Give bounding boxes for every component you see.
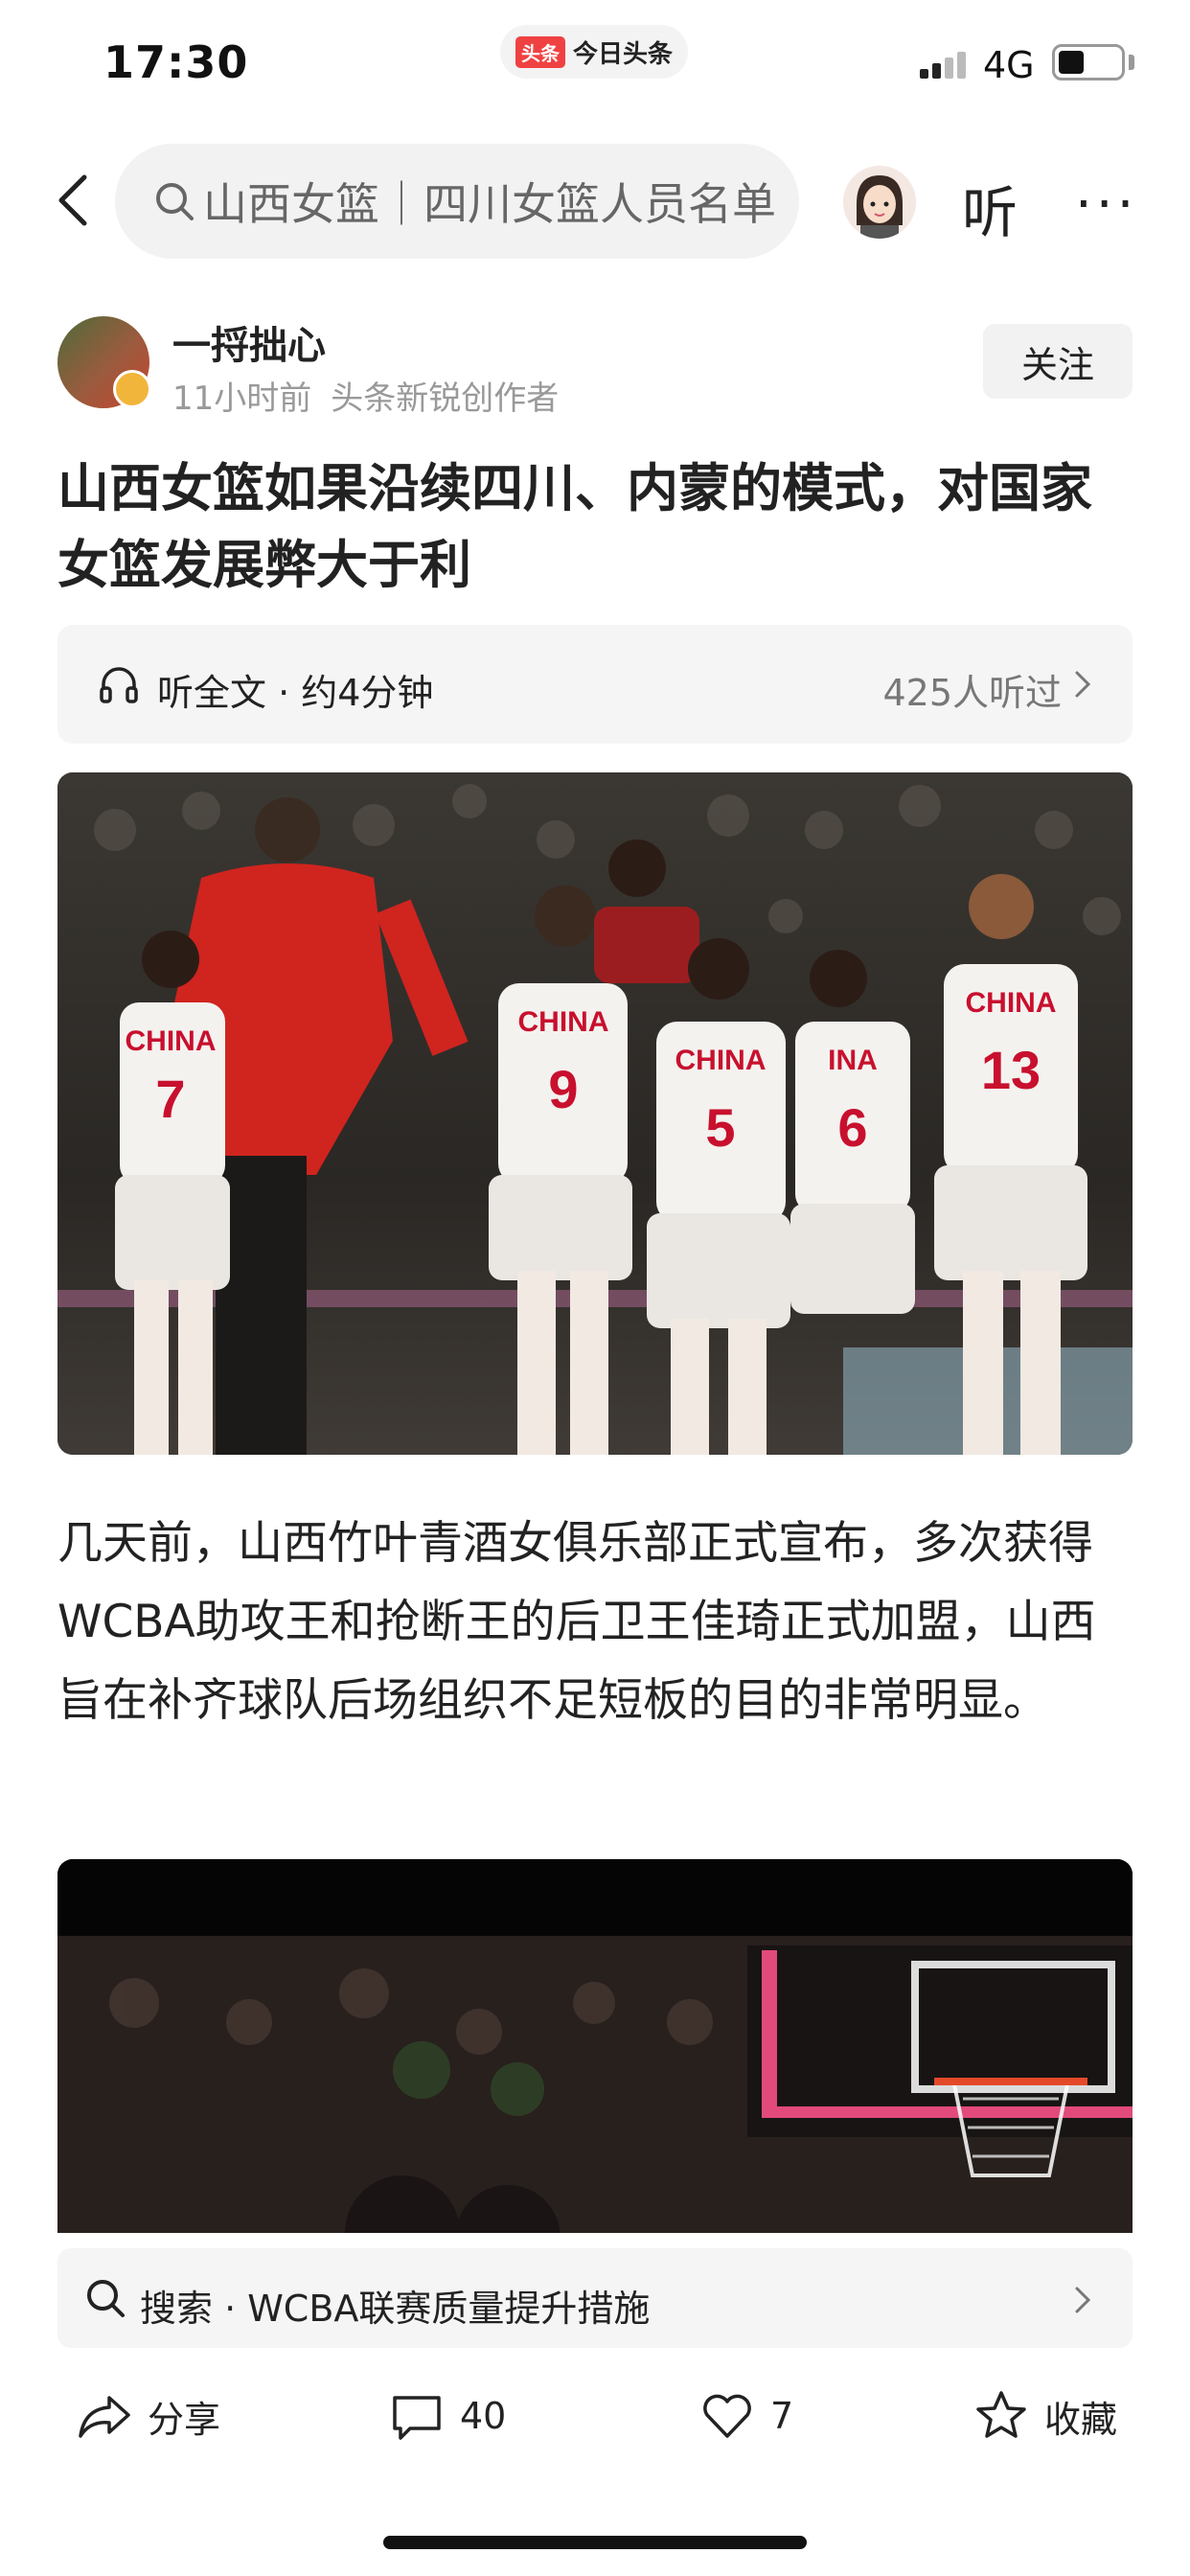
comment-count: 40 (460, 2395, 507, 2437)
user-avatar[interactable] (843, 166, 916, 239)
like-button[interactable]: 7 (699, 2388, 793, 2444)
basketball-court-photo (57, 1859, 1133, 2233)
star-icon (976, 2391, 1026, 2438)
nav-bar: 山西女篮｜四川女篮人员名单 听 ··· (0, 139, 1190, 264)
share-icon (79, 2396, 130, 2438)
suggestion-text: 搜索 · WCBA联赛质量提升措施 (140, 2288, 651, 2330)
jersey-team-text: CHINA (126, 1025, 217, 1057)
like-count: 7 (770, 2395, 794, 2437)
headphone-icon (100, 667, 138, 703)
creator-badge-icon (113, 370, 151, 408)
jersey-number-text: 5 (705, 1097, 735, 1158)
jersey-team-text: CHINA (675, 1045, 767, 1076)
article-title: 山西女篮如果沿续四川、内蒙的模式，对国家女篮发展弊大于利 (57, 458, 1092, 595)
favorite-label: 收藏 (1044, 2398, 1118, 2441)
avatar-illustration (843, 166, 916, 239)
search-bar[interactable]: 山西女篮｜四川女篮人员名单 (115, 144, 799, 259)
home-indicator[interactable] (383, 2536, 807, 2549)
action-bar: 分享 40 7 收藏 (0, 2367, 1190, 2463)
post-time: 11小时前 (172, 380, 312, 418)
chevron-right-icon (1075, 671, 1091, 698)
chevron-right-icon (1075, 2287, 1091, 2313)
app-badge: 头条 (515, 35, 565, 68)
back-icon[interactable] (48, 172, 105, 229)
jersey-team-text: CHINA (966, 987, 1057, 1019)
signal-icon (920, 48, 970, 79)
app-name: 今日头条 (572, 39, 673, 69)
author-meta: 11小时前 头条新锐创作者 (172, 372, 559, 419)
listen-count: 425人听过 (882, 672, 1062, 714)
follow-button[interactable]: 关注 (983, 324, 1133, 399)
app-indicator[interactable]: 头条 今日头条 (500, 25, 688, 79)
jersey-number-text: 7 (155, 1069, 185, 1129)
status-bar: 17:30 头条 今日头条 4G (0, 0, 1190, 129)
article-photo-team[interactable]: CHINA 7 CHINA 9 CHINA 5 INA 6 CHINA 13 (57, 772, 1133, 1455)
listen-button[interactable]: 听 (962, 168, 1018, 248)
search-icon (87, 2280, 125, 2317)
article-paragraph: 几天前，山西竹叶青酒女俱乐部正式宣布，多次获得WCBA助攻王和抢断王的后卫王佳琦… (57, 1517, 1096, 1727)
more-button[interactable]: ··· (1075, 173, 1137, 236)
battery-icon (1052, 44, 1125, 80)
jersey-number-text: 9 (548, 1059, 578, 1119)
battery-tip (1129, 55, 1134, 70)
favorite-button[interactable]: 收藏 (973, 2388, 1117, 2444)
search-icon (156, 183, 194, 220)
related-search-suggestion[interactable]: 搜索 · WCBA联赛质量提升措施 (57, 2248, 1133, 2348)
share-label: 分享 (148, 2398, 221, 2441)
comment-button[interactable]: 40 (389, 2388, 506, 2444)
network-label: 4G (983, 44, 1035, 86)
basketball-team-photo: CHINA 7 CHINA 9 CHINA 5 INA 6 CHINA 13 (57, 772, 1133, 1455)
jersey-number-text: 13 (981, 1040, 1041, 1100)
author-role: 头条新锐创作者 (331, 380, 560, 418)
comment-icon (393, 2396, 441, 2440)
jersey-number-text: 6 (837, 1097, 867, 1158)
jersey-team-text: CHINA (518, 1006, 609, 1038)
jersey-team-text: INA (828, 1045, 878, 1076)
author-name[interactable]: 一捋拙心 (172, 314, 326, 370)
heart-icon (703, 2394, 751, 2438)
listen-full-text-bar[interactable]: 听全文 · 约4分钟 425人听过 (57, 625, 1133, 744)
share-button[interactable]: 分享 (77, 2388, 220, 2444)
article-photo-court[interactable] (57, 1859, 1133, 2233)
listen-label: 听全文 · 约4分钟 (157, 672, 434, 714)
search-text: 山西女篮｜四川女篮人员名单 (203, 178, 776, 230)
status-time: 17:30 (103, 36, 249, 88)
